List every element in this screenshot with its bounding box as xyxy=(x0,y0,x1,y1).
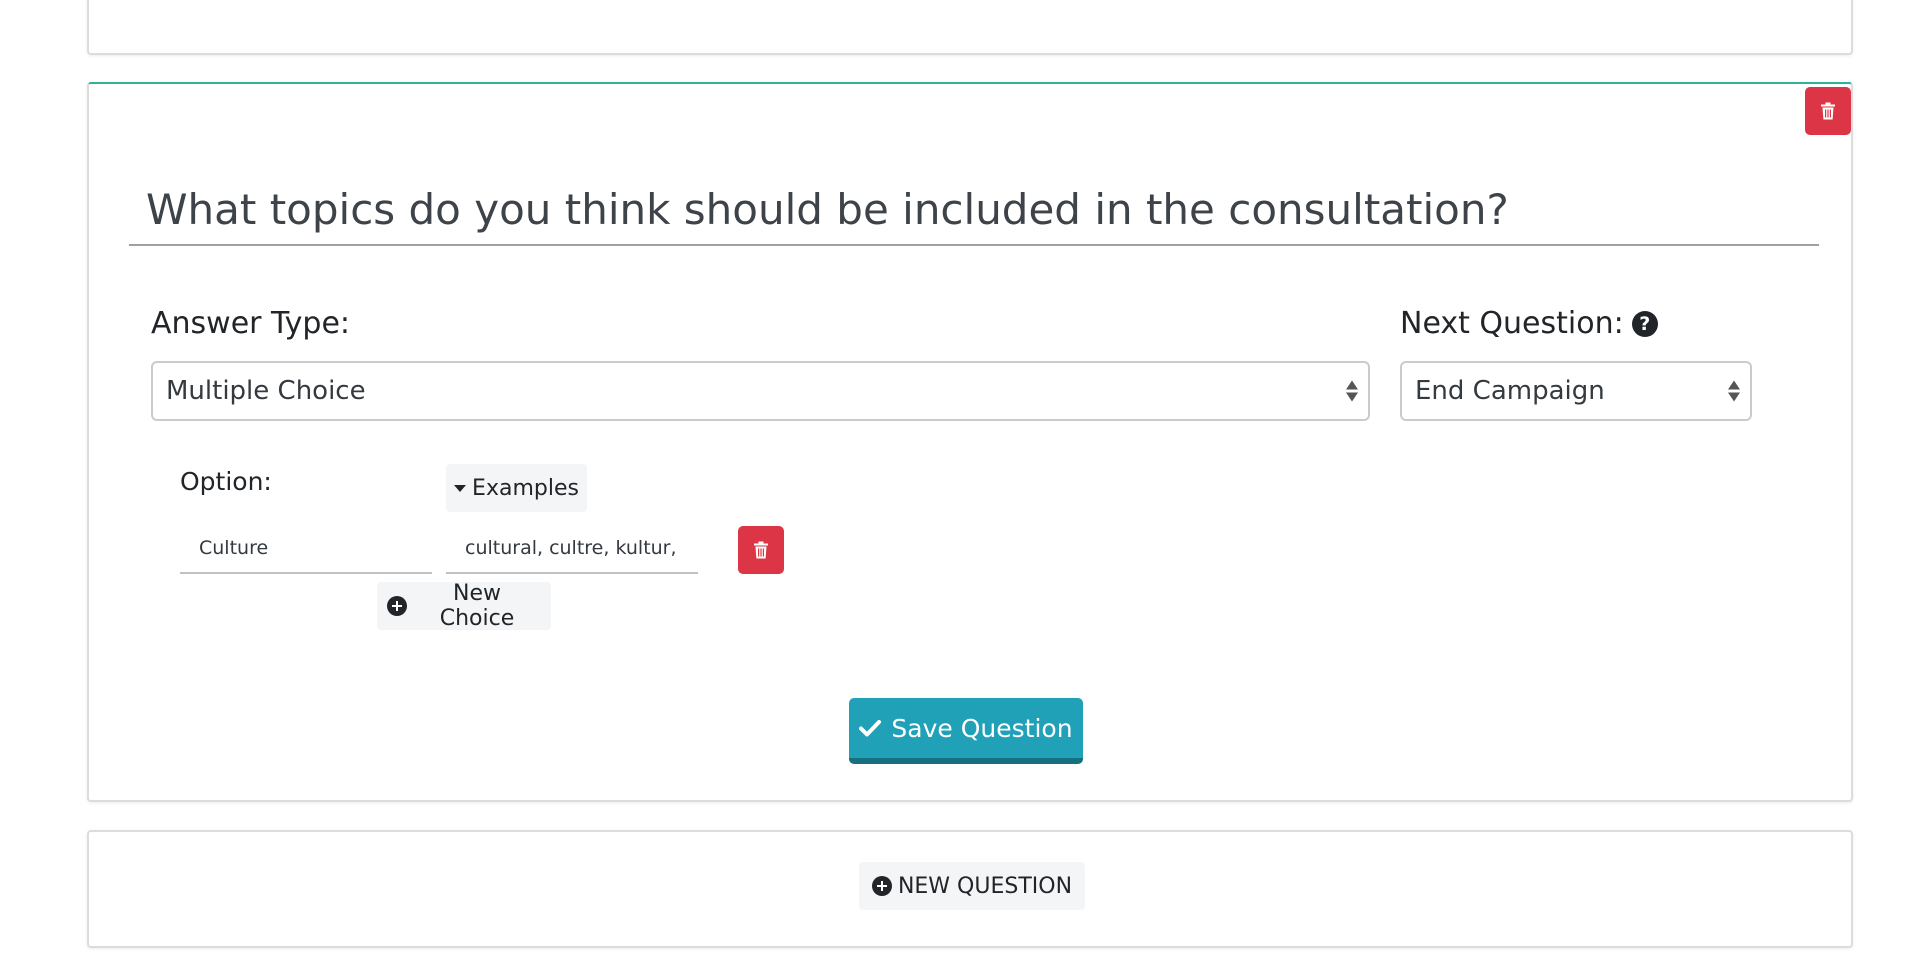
trash-icon xyxy=(754,541,768,559)
choice-value-input[interactable] xyxy=(180,524,432,574)
new-question-label: NEW QUESTION xyxy=(897,873,1073,899)
answer-type-select[interactable]: Multiple Choice xyxy=(151,361,1370,421)
save-question-button[interactable]: Save Question xyxy=(849,698,1083,764)
save-question-label: Save Question xyxy=(891,713,1073,743)
caret-down-icon xyxy=(454,484,467,492)
choice-examples-input[interactable] xyxy=(446,524,698,574)
select-arrows-icon xyxy=(1728,380,1740,402)
new-question-card: NEW QUESTION xyxy=(87,830,1853,948)
previous-question-card xyxy=(87,0,1853,55)
question-circle-icon[interactable]: ? xyxy=(1631,310,1658,337)
examples-toggle-button[interactable]: Examples xyxy=(446,464,587,512)
check-icon xyxy=(859,720,882,737)
examples-toggle-label: Examples xyxy=(472,475,579,501)
new-question-button[interactable]: NEW QUESTION xyxy=(859,862,1085,910)
next-question-label: Next Question: ? xyxy=(1400,306,1658,341)
next-question-selected: End Campaign xyxy=(1415,376,1605,406)
plus-circle-icon xyxy=(871,876,892,896)
question-title-input[interactable]: What topics do you think should be inclu… xyxy=(129,184,1819,246)
option-label: Option: xyxy=(180,467,272,496)
new-choice-button[interactable]: New Choice xyxy=(377,581,551,631)
question-card: What topics do you think should be inclu… xyxy=(87,82,1853,802)
next-question-label-text: Next Question: xyxy=(1400,306,1624,341)
next-question-select[interactable]: End Campaign xyxy=(1400,361,1752,421)
delete-question-button[interactable] xyxy=(1805,87,1851,135)
delete-choice-button[interactable] xyxy=(738,526,784,574)
new-choice-label: New Choice xyxy=(439,581,515,631)
trash-icon xyxy=(1821,102,1835,120)
select-arrows-icon xyxy=(1346,380,1358,402)
plus-circle-icon xyxy=(387,596,407,616)
answer-type-label: Answer Type: xyxy=(151,306,351,341)
answer-type-selected: Multiple Choice xyxy=(166,376,366,406)
